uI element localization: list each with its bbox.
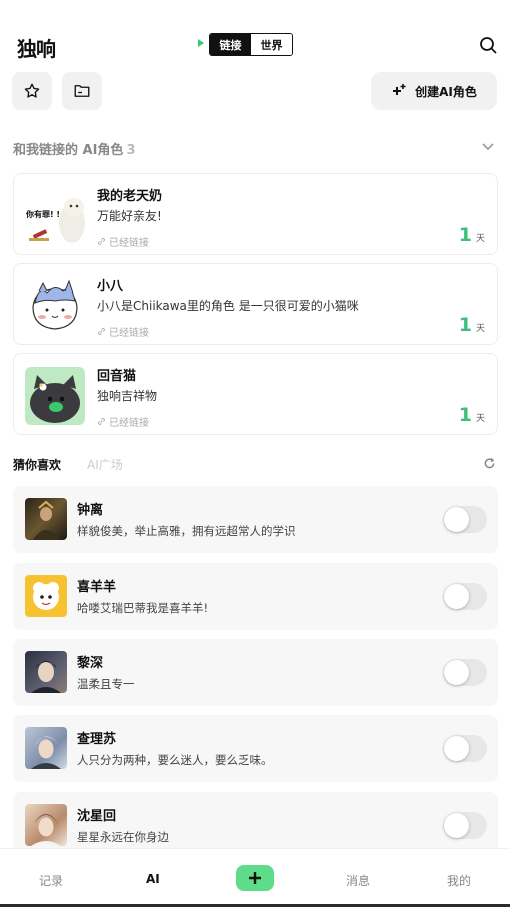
tab-link[interactable]: 链接 <box>210 34 251 55</box>
switch-arrow-icon <box>198 39 204 47</box>
character-thumbnail <box>25 575 67 617</box>
character-name: 我的老天奶 <box>97 189 163 204</box>
tab-world[interactable]: 世界 <box>251 34 292 55</box>
link-toggle[interactable] <box>443 583 487 610</box>
character-thumbnail <box>25 804 67 846</box>
nav-ai[interactable]: AI <box>146 872 160 886</box>
folder-icon <box>74 85 90 97</box>
recommend-item[interactable]: 喜羊羊 哈喽艾瑞巴蒂我是喜羊羊! <box>13 563 498 630</box>
linked-status: 已经链接 <box>97 234 149 249</box>
tab-ai-plaza[interactable]: AI广场 <box>87 456 123 473</box>
link-toggle[interactable] <box>443 735 487 762</box>
character-desc: 星星永远在你身边 <box>77 830 169 844</box>
avatar: 你有罪! ! <box>25 187 85 245</box>
character-desc: 样貌俊美，举止高雅，拥有远超常人的学识 <box>77 524 296 538</box>
nav-records[interactable]: 记录 <box>39 872 63 889</box>
avatar-caption: 你有罪! ! <box>26 210 61 219</box>
character-thumbnail <box>25 498 67 540</box>
link-days: 1 天 <box>458 314 485 336</box>
character-desc: 小八是Chiikawa里的角色 是一只很可爱的小猫咪 <box>97 299 359 313</box>
character-thumbnail <box>25 651 67 693</box>
folder-button[interactable] <box>62 72 102 110</box>
search-icon[interactable] <box>479 36 497 54</box>
link-days: 1 天 <box>458 224 485 246</box>
nav-mine[interactable]: 我的 <box>447 872 471 889</box>
tab-guess-you-like[interactable]: 猜你喜欢 <box>13 456 61 473</box>
link-icon <box>98 238 105 245</box>
character-desc: 万能好亲友! <box>97 209 162 223</box>
link-toggle[interactable] <box>443 506 487 533</box>
toggle-knob <box>444 660 469 685</box>
linked-section-title: 和我链接的 AI角色 3 <box>13 143 136 158</box>
recommend-item[interactable]: 沈星回 星星永远在你身边 <box>13 792 498 848</box>
character-name: 黎深 <box>77 656 104 671</box>
bottom-nav: 记录 AI 消息 我的 <box>0 848 510 907</box>
character-name: 沈星回 <box>77 809 117 824</box>
character-name: 查理苏 <box>77 732 117 747</box>
character-name: 回音猫 <box>97 369 137 384</box>
character-name: 钟离 <box>77 503 104 518</box>
character-desc: 独响吉祥物 <box>97 389 158 403</box>
recommend-item[interactable]: 钟离 样貌俊美，举止高雅，拥有远超常人的学识 <box>13 486 498 553</box>
linked-card[interactable]: 小八 小八是Chiikawa里的角色 是一只很可爱的小猫咪 已经链接 1 天 <box>13 263 498 345</box>
add-button[interactable] <box>236 865 274 891</box>
toggle-knob <box>444 584 469 609</box>
character-desc: 哈喽艾瑞巴蒂我是喜羊羊! <box>77 601 209 615</box>
favorites-button[interactable] <box>12 72 52 110</box>
avatar <box>25 367 85 425</box>
character-desc: 人只分为两种，要么迷人，要么乏味。 <box>77 753 273 767</box>
mode-switch[interactable]: 链接 世界 <box>209 33 293 56</box>
character-thumbnail <box>25 727 67 769</box>
recommend-item[interactable]: 黎深 温柔且专一 <box>13 639 498 706</box>
character-desc: 温柔且专一 <box>77 677 135 691</box>
linked-status: 已经链接 <box>97 324 149 339</box>
character-name: 喜羊羊 <box>77 580 117 595</box>
plus-icon <box>249 872 261 884</box>
guess-tabs: 猜你喜欢 AI广场 <box>13 456 123 473</box>
toggle-knob <box>444 736 469 761</box>
nav-messages[interactable]: 消息 <box>346 872 370 889</box>
linked-status: 已经链接 <box>97 414 149 429</box>
app-logo: 独响 <box>17 37 56 61</box>
star-icon <box>24 83 40 98</box>
refresh-icon[interactable] <box>483 457 496 470</box>
link-icon <box>98 328 105 335</box>
toggle-knob <box>444 813 469 838</box>
link-toggle[interactable] <box>443 659 487 686</box>
create-ai-character-button[interactable]: 创建AI角色 <box>371 72 497 110</box>
character-name: 小八 <box>97 279 124 294</box>
link-days: 1 天 <box>458 404 485 426</box>
toggle-knob <box>444 507 469 532</box>
link-icon <box>98 418 105 425</box>
linked-card[interactable]: 回音猫 独响吉祥物 已经链接 1 天 <box>13 353 498 435</box>
link-toggle[interactable] <box>443 812 487 839</box>
avatar <box>25 277 85 335</box>
recommend-item[interactable]: 查理苏 人只分为两种，要么迷人，要么乏味。 <box>13 715 498 782</box>
create-button-label: 创建AI角色 <box>415 84 477 99</box>
linked-card[interactable]: 你有罪! ! 我的老天奶 万能好亲友! 已经链接 1 天 <box>13 173 498 255</box>
sparkle-plus-icon <box>393 84 406 95</box>
linked-count: 3 <box>126 143 136 158</box>
chevron-down-icon[interactable] <box>480 140 496 154</box>
